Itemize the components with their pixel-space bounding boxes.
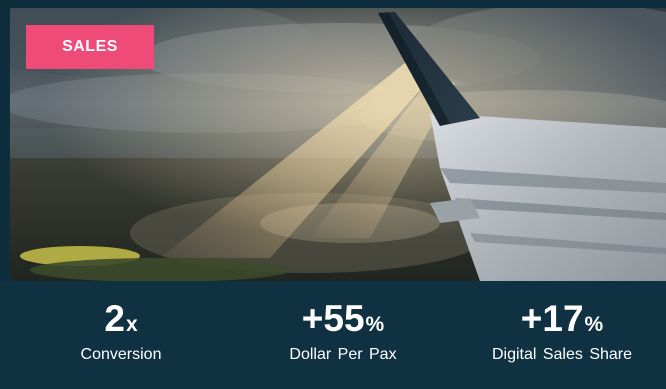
stats-panel: 2x Conversion +55% Dollar Per Pax +17% D… bbox=[0, 281, 666, 389]
sales-card: SALES 2x Conversion +55% Dollar Per Pax … bbox=[0, 0, 666, 389]
stat-value: 2x bbox=[40, 297, 202, 347]
stat-caption: Digital Sales Share bbox=[491, 346, 633, 363]
stat-dollar-per-pax: +55% Dollar Per Pax bbox=[262, 281, 424, 389]
stat-number: 2 bbox=[104, 298, 125, 339]
stat-conversion: 2x Conversion bbox=[40, 281, 202, 389]
stat-digital-sales-share: +17% Digital Sales Share bbox=[474, 281, 650, 389]
sales-badge: SALES bbox=[26, 25, 154, 69]
stat-value: +17% bbox=[474, 297, 650, 347]
stat-unit: x bbox=[125, 313, 138, 336]
stat-number: +17 bbox=[520, 298, 584, 339]
stat-number: +55 bbox=[301, 298, 365, 339]
stat-unit: % bbox=[584, 313, 604, 336]
stat-value: +55% bbox=[262, 297, 424, 347]
sales-badge-label: SALES bbox=[62, 38, 118, 55]
stat-caption: Conversion bbox=[80, 346, 162, 363]
stat-caption: Dollar Per Pax bbox=[289, 346, 397, 363]
stat-unit: % bbox=[365, 313, 385, 336]
